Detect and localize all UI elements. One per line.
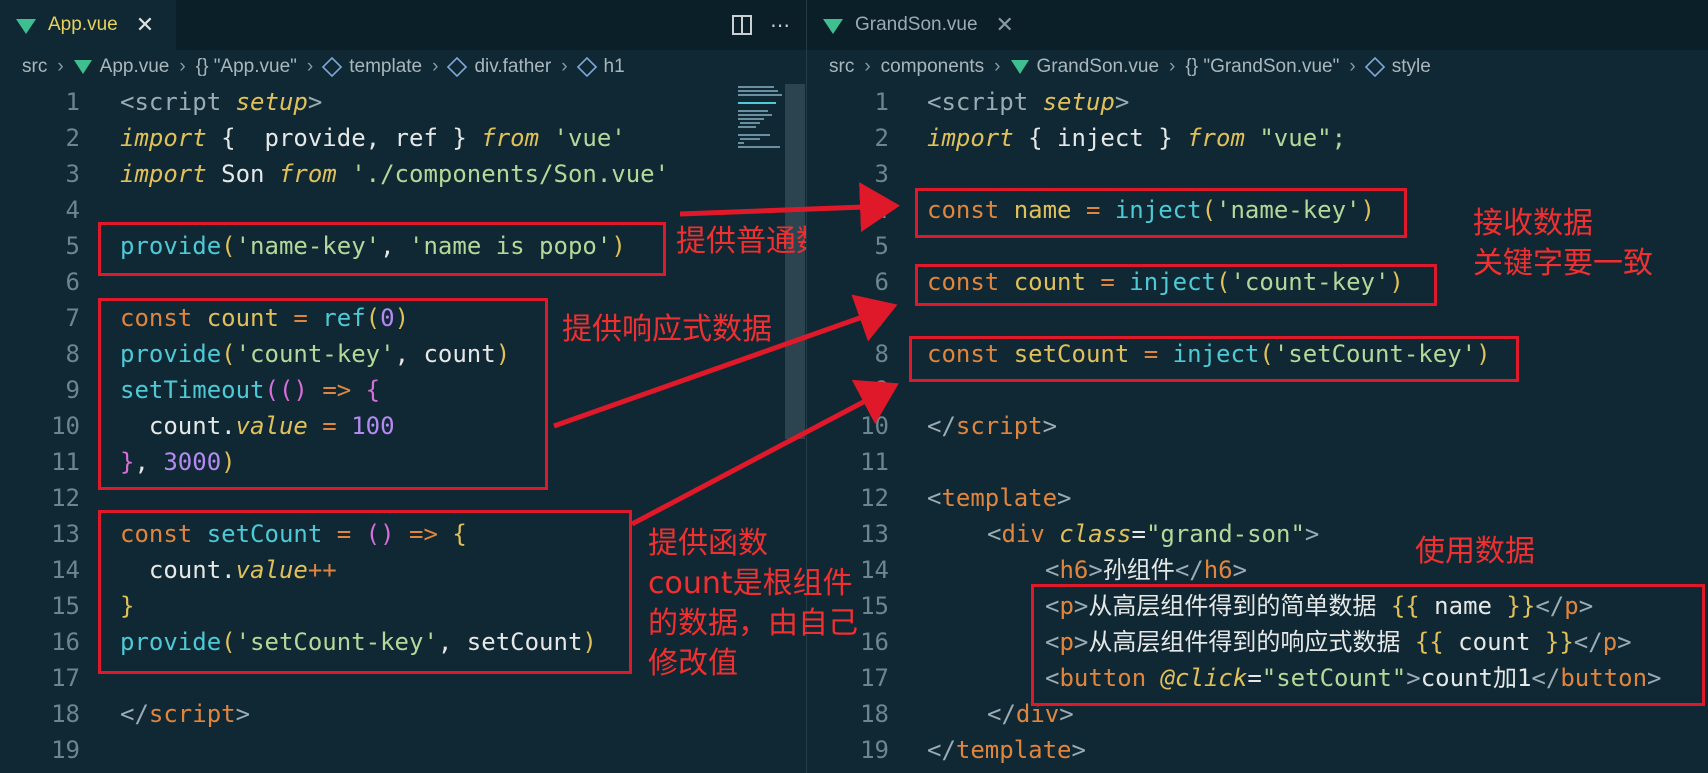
vue-file-icon bbox=[73, 60, 92, 74]
breadcrumb-item[interactable]: div.father bbox=[474, 56, 551, 78]
vue-file-icon bbox=[16, 18, 36, 34]
breadcrumb-item[interactable]: style bbox=[1392, 56, 1431, 78]
chevron-right-icon: › bbox=[561, 56, 568, 77]
element-cube-icon bbox=[576, 56, 597, 78]
line-number: 19 bbox=[860, 736, 889, 764]
breadcrumb-item[interactable]: GrandSon.vue bbox=[1037, 56, 1160, 78]
chevron-right-icon: › bbox=[57, 56, 64, 77]
line-number: 1 bbox=[874, 88, 889, 116]
line-number: 12 bbox=[51, 484, 80, 512]
line-number: 8 bbox=[874, 340, 889, 368]
breadcrumb-item[interactable]: src bbox=[22, 56, 47, 78]
tab-app-vue[interactable]: App.vue ✕ bbox=[0, 0, 176, 50]
annotation-use-data: 使用数据 bbox=[1415, 534, 1535, 569]
chevron-right-icon: › bbox=[864, 56, 871, 77]
tab-label: GrandSon.vue bbox=[855, 14, 978, 35]
highlight-box-provide-function bbox=[98, 510, 632, 674]
highlight-box-inject-count bbox=[915, 264, 1437, 306]
right-editor-pane: GrandSon.vue ✕ src › components › GrandS… bbox=[806, 0, 1708, 773]
chevron-right-icon: › bbox=[306, 56, 314, 77]
line-number: 4 bbox=[874, 196, 889, 224]
line-number: 8 bbox=[65, 340, 80, 368]
line-number: 3 bbox=[874, 160, 889, 188]
breadcrumb: src › components › GrandSon.vue › {} "Gr… bbox=[807, 52, 1708, 82]
highlight-box-inject-name bbox=[915, 188, 1407, 238]
highlight-box-inject-setcount bbox=[909, 336, 1519, 382]
line-number: 18 bbox=[51, 700, 80, 728]
line-number: 17 bbox=[51, 664, 80, 692]
highlight-box-template-usage bbox=[1031, 584, 1705, 706]
breadcrumb-item[interactable]: h1 bbox=[604, 56, 625, 78]
line-number: 6 bbox=[65, 268, 80, 296]
chevron-right-icon: › bbox=[1349, 56, 1356, 77]
line-number: 7 bbox=[65, 304, 80, 332]
element-cube-icon bbox=[322, 56, 343, 78]
line-number: 9 bbox=[874, 376, 889, 404]
element-cube-icon bbox=[447, 56, 468, 78]
line-number: 2 bbox=[65, 124, 80, 152]
chevron-right-icon: › bbox=[994, 56, 1001, 77]
line-number: 4 bbox=[65, 196, 80, 224]
highlight-box-provide-reactive bbox=[98, 298, 548, 490]
chevron-right-icon: › bbox=[179, 56, 186, 77]
highlight-box-provide-plain bbox=[98, 222, 666, 276]
annotation-receive-data: 接收数据 关键字要一致 bbox=[1473, 206, 1653, 281]
line-number: 5 bbox=[65, 232, 80, 260]
line-number: 16 bbox=[51, 628, 80, 656]
line-number: 15 bbox=[51, 592, 80, 620]
breadcrumb-item[interactable]: components bbox=[881, 56, 985, 78]
line-number: 11 bbox=[51, 448, 80, 476]
tab-label: App.vue bbox=[48, 14, 118, 35]
chevron-right-icon: › bbox=[432, 56, 439, 77]
line-number: 1 bbox=[65, 88, 80, 116]
line-number: 19 bbox=[51, 736, 80, 764]
line-number: 12 bbox=[860, 484, 889, 512]
line-number: 5 bbox=[874, 232, 889, 260]
annotation-reactive-data: 提供响应式数据 bbox=[562, 312, 772, 347]
line-number: 2 bbox=[874, 124, 889, 152]
line-number: 3 bbox=[65, 160, 80, 188]
more-actions-icon[interactable]: ⋯ bbox=[770, 13, 790, 37]
breadcrumb-item[interactable]: {} "App.vue" bbox=[196, 56, 297, 78]
breadcrumb-item[interactable]: {} "GrandSon.vue" bbox=[1185, 56, 1339, 78]
breadcrumb-item[interactable]: template bbox=[349, 56, 422, 78]
line-number: 10 bbox=[51, 412, 80, 440]
vue-file-icon bbox=[1010, 60, 1029, 74]
line-number: 6 bbox=[874, 268, 889, 296]
left-tab-bar: App.vue ✕ ⋯ bbox=[0, 0, 806, 50]
line-number: 10 bbox=[860, 412, 889, 440]
vue-file-icon bbox=[823, 18, 843, 34]
tab-grandson-vue[interactable]: GrandSon.vue ✕ bbox=[807, 0, 1023, 50]
breadcrumb-item[interactable]: src bbox=[829, 56, 854, 78]
line-number: 13 bbox=[51, 520, 80, 548]
annotation-provide-function: 提供函数 count是根组件 的数据，由自己 修改值 bbox=[648, 526, 858, 681]
line-number: 18 bbox=[860, 700, 889, 728]
line-number: 9 bbox=[65, 376, 80, 404]
breadcrumb: src › App.vue › {} "App.vue" › template … bbox=[0, 52, 806, 82]
breadcrumb-item[interactable]: App.vue bbox=[100, 56, 170, 78]
element-cube-icon bbox=[1364, 56, 1385, 78]
right-tab-bar: GrandSon.vue ✕ bbox=[807, 0, 1708, 50]
line-number: 11 bbox=[860, 448, 889, 476]
line-number: 14 bbox=[51, 556, 80, 584]
chevron-right-icon: › bbox=[1169, 56, 1176, 77]
line-number: 7 bbox=[874, 304, 889, 332]
annotation-plain-data: 提供普通数据 bbox=[676, 224, 806, 259]
editor-actions: ⋯ bbox=[732, 0, 790, 50]
close-icon[interactable]: ✕ bbox=[136, 12, 154, 38]
split-editor-icon[interactable] bbox=[732, 15, 752, 35]
close-icon[interactable]: ✕ bbox=[996, 12, 1014, 38]
